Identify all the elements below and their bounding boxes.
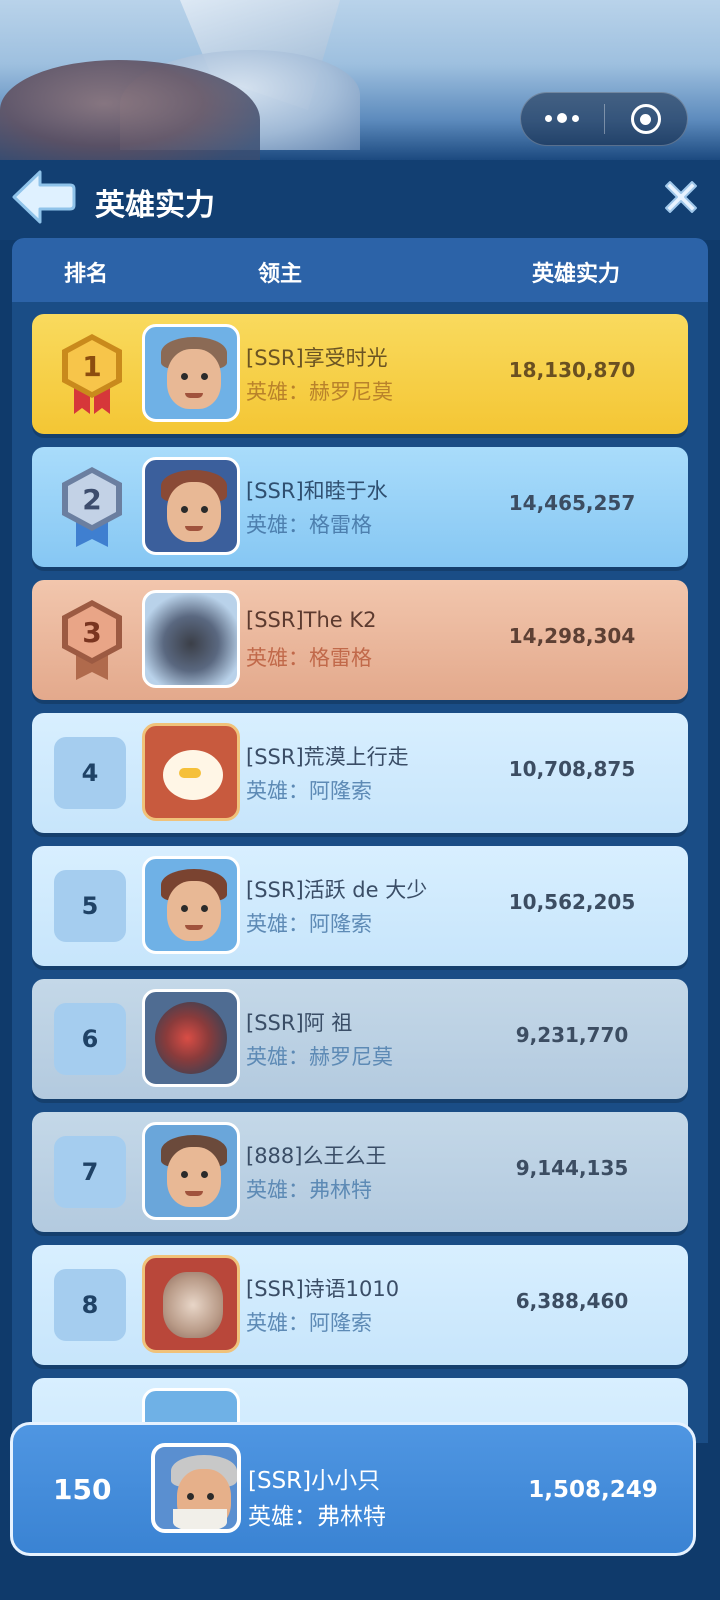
col-power-label: 英雄实力: [532, 262, 621, 287]
svg-text:1: 1: [82, 350, 101, 383]
target-circle-icon[interactable]: [605, 93, 688, 145]
hero-power: 10,562,205: [508, 890, 636, 914]
lord-name: [SSR]The K2: [246, 608, 377, 632]
rank-badge: 4: [54, 737, 126, 809]
hero-power: 10,708,875: [508, 757, 636, 781]
close-x-icon: [665, 181, 697, 213]
page-header: 英雄实力: [0, 160, 720, 240]
ranking-row[interactable]: 8 [SSR]诗语1010 英雄：阿隆索 6,388,460: [32, 1245, 688, 1365]
more-dots-icon[interactable]: [521, 93, 604, 145]
hero-name: 英雄：赫罗尼莫: [246, 380, 393, 404]
my-rank-number: 150: [53, 1473, 112, 1506]
avatar: [142, 723, 240, 821]
ranking-row[interactable]: 7 [888]么王么王 英雄：弗林特 9,144,135: [32, 1112, 688, 1232]
col-lord-label: 领主: [258, 262, 303, 287]
my-avatar: [151, 1443, 241, 1533]
hero-power: 6,388,460: [515, 1289, 629, 1313]
silver-medal-icon: 2: [62, 467, 122, 547]
svg-text:3: 3: [82, 616, 101, 649]
column-header: 排名 领主 英雄实力: [12, 238, 708, 302]
ranking-row[interactable]: 6 [SSR]阿 祖 英雄：赫罗尼莫 9,231,770: [32, 979, 688, 1099]
rank-badge: 5: [54, 870, 126, 942]
my-hero-power: 1,508,249: [528, 1477, 658, 1503]
lord-name: [888]么王么王: [246, 1144, 387, 1168]
hero-power: 14,465,257: [508, 491, 636, 515]
lord-name: [SSR]阿 祖: [246, 1011, 353, 1035]
avatar: [142, 856, 240, 954]
ranking-panel: 排名 领主 英雄实力 1 [SSR]享受时光 英雄：赫罗尼莫 18,130,87…: [12, 238, 708, 1443]
ranking-row[interactable]: 3 [SSR]The K2 英雄：格雷格 14,298,304: [32, 580, 688, 700]
avatar: [142, 989, 240, 1087]
rank-badge: 6: [54, 1003, 126, 1075]
hero-power: 14,298,304: [508, 624, 636, 648]
back-arrow-icon: [12, 170, 76, 224]
ranking-row[interactable]: 5 [SSR]活跃 de 大少 英雄：阿隆索 10,562,205: [32, 846, 688, 966]
my-hero-name: 英雄：弗林特: [248, 1504, 386, 1530]
hero-name: 英雄：赫罗尼莫: [246, 1045, 393, 1069]
avatar: [142, 457, 240, 555]
gold-medal-icon: 1: [62, 334, 122, 414]
page-title: 英雄实力: [95, 188, 215, 223]
hero-name: 英雄：格雷格: [246, 646, 372, 670]
hero-power: 9,144,135: [515, 1156, 629, 1180]
hero-name: 英雄：阿隆索: [246, 1311, 372, 1335]
ranking-row[interactable]: 1 [SSR]享受时光 英雄：赫罗尼莫 18,130,870: [32, 314, 688, 434]
ranking-row[interactable]: 4 [SSR]荒漠上行走 英雄：阿隆索 10,708,875: [32, 713, 688, 833]
hero-name: 英雄：阿隆索: [246, 779, 372, 803]
lord-name: [SSR]和睦于水: [246, 479, 388, 503]
lord-name: [SSR]诗语1010: [246, 1277, 400, 1301]
avatar: [142, 1122, 240, 1220]
hero-power: 18,130,870: [508, 358, 636, 382]
lord-name: [SSR]享受时光: [246, 346, 388, 370]
miniprogram-capsule: [520, 92, 688, 146]
ranking-row[interactable]: 2 [SSR]和睦于水 英雄：格雷格 14,465,257: [32, 447, 688, 567]
my-lord-name: [SSR]小小只: [248, 1468, 381, 1494]
rank-badge: 7: [54, 1136, 126, 1208]
lord-name: [SSR]荒漠上行走: [246, 745, 409, 769]
col-rank-label: 排名: [64, 262, 109, 287]
avatar: [142, 1255, 240, 1353]
svg-text:2: 2: [82, 483, 101, 516]
my-rank-row[interactable]: 150 [SSR]小小只 英雄：弗林特 1,508,249: [10, 1422, 696, 1556]
hero-name: 英雄：弗林特: [246, 1178, 372, 1202]
avatar: [142, 590, 240, 688]
avatar: [142, 324, 240, 422]
hero-name: 英雄：格雷格: [246, 513, 372, 537]
close-button[interactable]: [658, 174, 704, 220]
ranking-list[interactable]: 1 [SSR]享受时光 英雄：赫罗尼莫 18,130,870 2 [SSR]和睦…: [12, 302, 708, 1443]
hero-name: 英雄：阿隆索: [246, 912, 372, 936]
lord-name: [SSR]活跃 de 大少: [246, 878, 428, 902]
rank-badge: 8: [54, 1269, 126, 1341]
hero-power: 9,231,770: [515, 1023, 629, 1047]
back-button[interactable]: [10, 168, 76, 226]
bronze-medal-icon: 3: [62, 600, 122, 680]
